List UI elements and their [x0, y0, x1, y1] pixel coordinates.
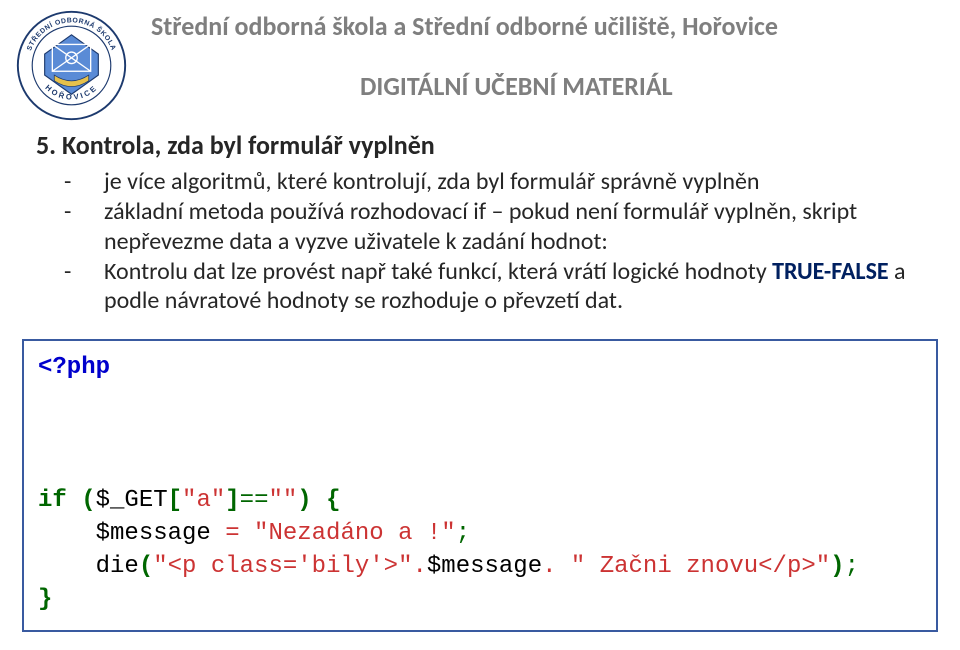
op-concat: .	[412, 553, 426, 580]
document-type: DIGITÁLNÍ UČEBNÍ MATERIÁL	[360, 70, 673, 102]
bullet-item: Kontrolu dat lze provést např také funkc…	[64, 257, 912, 316]
true-false-label: TRUE-FALSE	[772, 257, 888, 286]
bullet-text-pre: Kontrolu dat lze provést např také funkc…	[104, 257, 772, 286]
paren-close: )	[297, 487, 311, 514]
bracket-open: [	[168, 487, 182, 514]
fn-die: die	[96, 553, 139, 580]
op-eq: ==	[240, 487, 269, 514]
paren-open: (	[139, 553, 153, 580]
php-open-tag: <?php	[38, 354, 110, 381]
string-html2: " Začni znovu</p>"	[571, 553, 830, 580]
op-assign: =	[225, 520, 239, 547]
paren-open: (	[81, 487, 95, 514]
code-block: <?php if ($_GET["a"]=="") { $message = "…	[22, 339, 938, 632]
string-msg: "Nezadáno a !"	[254, 520, 456, 547]
brace-close: }	[38, 586, 52, 613]
school-name: Střední odborná škola a Střední odborné …	[129, 8, 942, 42]
keyword-if: if	[38, 487, 67, 514]
string-html1: "<p class='bily'>"	[153, 553, 412, 580]
var-message: $message	[427, 553, 542, 580]
paren-close: )	[830, 553, 844, 580]
op-concat: .	[542, 553, 556, 580]
section-heading: 5. Kontrola, zda byl formulář vyplněn	[0, 123, 960, 161]
brace-open: {	[326, 487, 340, 514]
school-logo: STŘEDNÍ ODBORNÁ ŠKOLA HOŘOVICE	[14, 8, 129, 123]
string-empty: ""	[268, 487, 297, 514]
string-key: "a"	[182, 487, 225, 514]
bracket-close: ]	[225, 487, 239, 514]
body-content: je více algoritmů, které kontrolují, zda…	[0, 161, 960, 315]
semicolon: ;	[456, 520, 470, 547]
bullet-item: základní metoda používá rozhodovací if –…	[64, 197, 912, 256]
bullet-item: je více algoritmů, které kontrolují, zda…	[64, 167, 912, 196]
var-message: $message	[96, 520, 211, 547]
var-get: $_GET	[96, 487, 168, 514]
semicolon: ;	[845, 553, 859, 580]
